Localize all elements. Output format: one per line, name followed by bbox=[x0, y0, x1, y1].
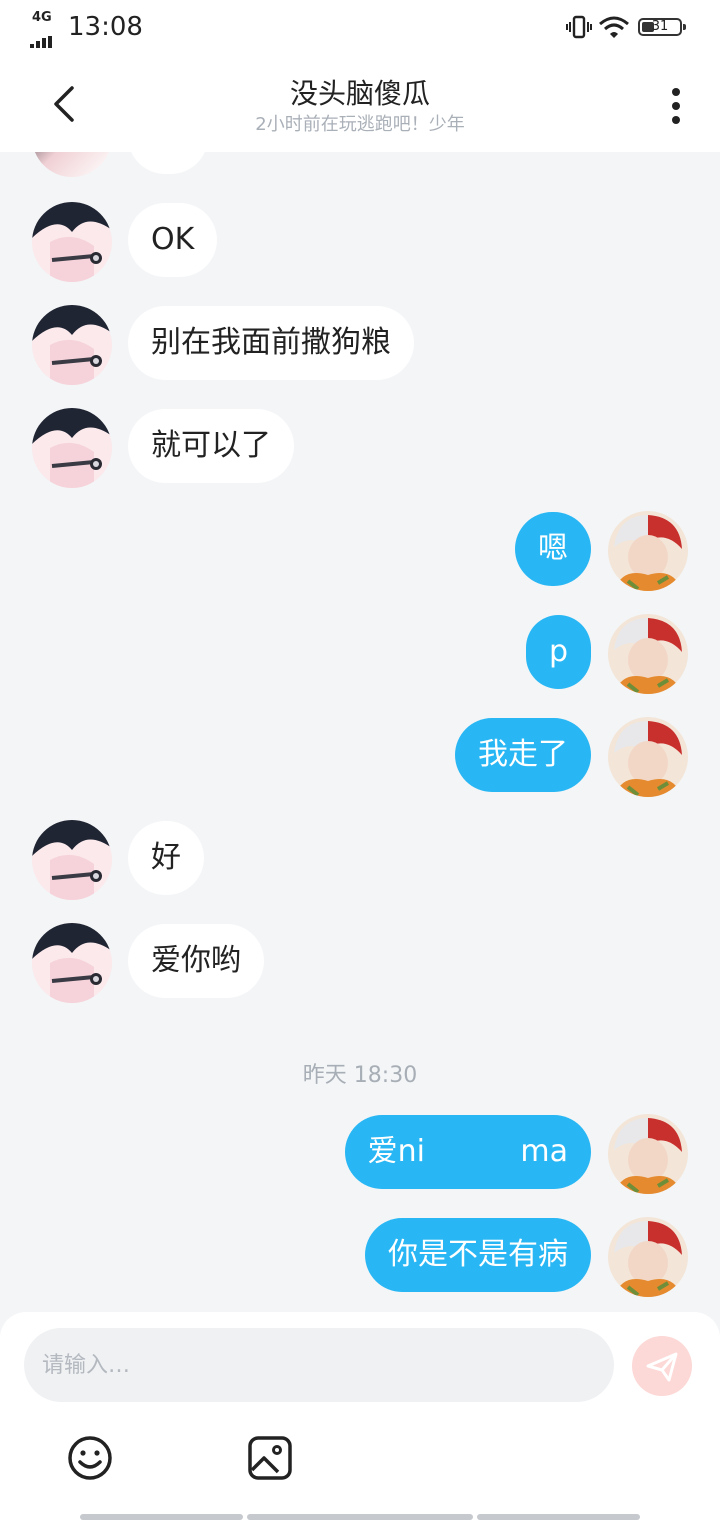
status-bar: 4G 13:08 31 bbox=[0, 0, 720, 56]
message-bubble[interactable]: 好 bbox=[128, 821, 204, 895]
more-vertical-icon[interactable] bbox=[664, 84, 688, 128]
message-bubble[interactable]: 别在我面前撒狗粮 bbox=[128, 306, 414, 380]
emoji-icon[interactable] bbox=[66, 1434, 114, 1482]
user-avatar[interactable] bbox=[608, 1114, 688, 1194]
user-avatar[interactable] bbox=[608, 511, 688, 591]
page-title: 没头脑傻瓜 bbox=[289, 77, 430, 110]
partial-message-bubble bbox=[128, 152, 208, 174]
message-bubble[interactable]: 爱ni ma bbox=[344, 1115, 591, 1189]
message-bubble[interactable]: p bbox=[525, 615, 591, 689]
user-avatar[interactable] bbox=[608, 614, 688, 694]
send-button[interactable] bbox=[632, 1336, 692, 1396]
contact-avatar[interactable] bbox=[32, 820, 112, 900]
nav-hint-left bbox=[80, 1514, 243, 1520]
image-icon[interactable] bbox=[246, 1434, 294, 1482]
message-bubble[interactable]: 爱你哟 bbox=[128, 924, 264, 998]
network-type: 4G bbox=[32, 10, 52, 25]
message-bubble[interactable]: 我走了 bbox=[455, 718, 591, 792]
message-input[interactable] bbox=[24, 1328, 614, 1402]
send-icon bbox=[646, 1352, 678, 1382]
contact-avatar[interactable] bbox=[32, 408, 112, 488]
contact-avatar[interactable] bbox=[32, 202, 112, 282]
message-bubble[interactable]: 你是不是有病 bbox=[365, 1218, 591, 1292]
time-separator: 昨天 18:30 bbox=[302, 1063, 418, 1088]
chat-header: 没头脑傻瓜 2小时前在玩逃跑吧！少年 bbox=[0, 56, 720, 152]
wifi-icon bbox=[599, 16, 629, 38]
message-bubble[interactable]: OK bbox=[128, 203, 218, 277]
contact-avatar[interactable] bbox=[32, 923, 112, 1003]
message-bubble[interactable]: 嗯 bbox=[515, 512, 591, 586]
battery-level: 31 bbox=[651, 19, 669, 34]
message-bubble[interactable]: 就可以了 bbox=[128, 409, 294, 483]
signal-icon: 4G bbox=[30, 10, 62, 48]
user-avatar[interactable] bbox=[608, 1217, 688, 1297]
battery-icon: 31 bbox=[638, 18, 686, 36]
vibrate-icon bbox=[566, 15, 592, 39]
contact-avatar[interactable] bbox=[32, 152, 112, 177]
contact-avatar[interactable] bbox=[32, 305, 112, 385]
input-bar bbox=[0, 1312, 720, 1520]
message-list[interactable]: OK 别在我面前撒狗粮 就可以了 嗯 p 我走了 好 爱你哟 昨天 18:30 … bbox=[0, 152, 720, 1312]
user-avatar[interactable] bbox=[608, 717, 688, 797]
nav-hint-center bbox=[247, 1514, 473, 1520]
status-time: 13:08 bbox=[68, 12, 143, 42]
contact-status: 2小时前在玩逃跑吧！少年 bbox=[255, 114, 465, 135]
nav-hint-right bbox=[477, 1514, 640, 1520]
